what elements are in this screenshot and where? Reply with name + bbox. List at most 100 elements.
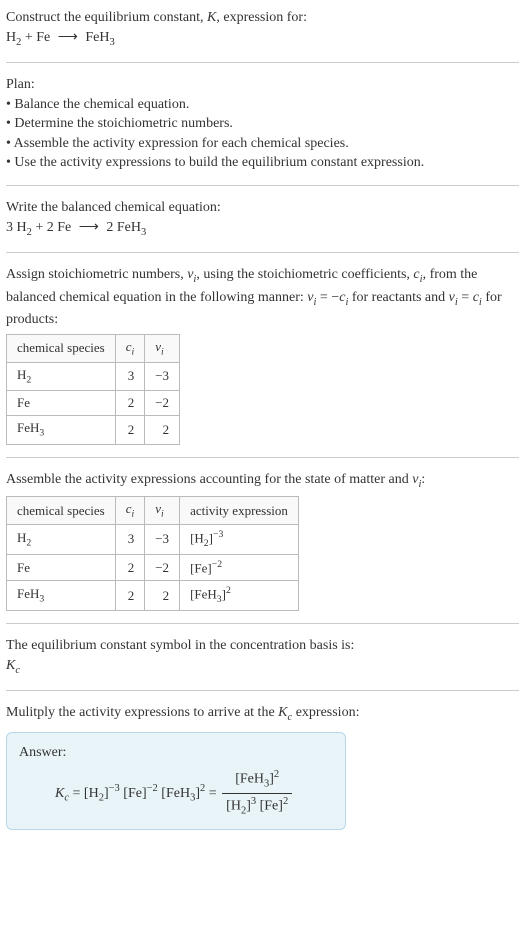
act-t1: Assemble the activity expressions accoun…: [6, 472, 412, 487]
plan-title: Plan:: [6, 75, 519, 95]
answer-fraction: [FeH3]2[H2]3 [Fe]2: [222, 768, 292, 819]
cell-c: 2: [115, 581, 145, 611]
ans-K: K: [55, 786, 64, 801]
plan-section: Plan: • Balance the chemical equation. •…: [6, 75, 519, 186]
cell-c: 2: [115, 391, 145, 416]
col-nu: νi: [145, 497, 180, 525]
stoich-table: chemical species ci νi H2 3 −3 Fe 2 −2 F…: [6, 334, 180, 445]
ans-t1-sup: −3: [109, 783, 120, 794]
a-sup: −2: [212, 559, 222, 570]
table-row: H2 3 −3: [7, 362, 180, 390]
sp: H: [17, 530, 26, 545]
plan-bullet-2: • Determine the stoichiometric numbers.: [6, 114, 519, 134]
col-c: ci: [115, 497, 145, 525]
table-header-row: chemical species ci νi: [7, 334, 180, 362]
ans-t2: [Fe]: [120, 786, 147, 801]
fd2-sup: 2: [283, 796, 288, 807]
problem-header: Construct the equilibrium constant, K, e…: [6, 8, 519, 63]
sp: Fe: [17, 560, 30, 575]
cell-species: FeH3: [7, 581, 116, 611]
fn-sup: 2: [274, 769, 279, 780]
a-sup: 2: [226, 585, 231, 596]
answer-box: Answer: Kc = [H2]−3 [Fe]−2 [FeH3]2 = [Fe…: [6, 732, 346, 831]
cell-species: Fe: [7, 391, 116, 416]
cell-c: 3: [115, 525, 145, 555]
eq-rhs: FeH: [85, 30, 109, 45]
cell-nu: −3: [145, 525, 180, 555]
sp: Fe: [17, 395, 30, 410]
sp-sub: 2: [26, 538, 31, 549]
fd1: [H: [226, 799, 241, 814]
assign-t2: , using the stoichiometric coefficients,: [196, 267, 413, 282]
table-row: H2 3 −3 [H2]−3: [7, 525, 299, 555]
sp: FeH: [17, 586, 39, 601]
cell-c: 2: [115, 416, 145, 444]
mul-K: K: [278, 705, 287, 720]
cell-species: H2: [7, 362, 116, 390]
bal-plus: + 2 Fe: [32, 220, 71, 235]
cell-nu: −2: [145, 554, 180, 581]
sp-sub: 3: [39, 594, 44, 605]
fn: [FeH: [235, 772, 264, 787]
kc-K: K: [6, 658, 15, 673]
assign-section: Assign stoichiometric numbers, νi , using…: [6, 265, 519, 457]
cell-nu: −3: [145, 362, 180, 390]
plan-bullet-4: • Use the activity expressions to build …: [6, 153, 519, 173]
fd2: [Fe]: [256, 799, 283, 814]
table-row: Fe 2 −2: [7, 391, 180, 416]
activity-section: Assemble the activity expressions accoun…: [6, 470, 519, 624]
kc-symbol-section: The equilibrium constant symbol in the c…: [6, 636, 519, 691]
col-activity: activity expression: [180, 497, 299, 525]
nu-hdr-sub: i: [161, 346, 164, 357]
K-symbol: K: [207, 10, 216, 25]
cell-activity: [FeH3]2: [180, 581, 299, 611]
col-c: ci: [115, 334, 145, 362]
construct-text-2: , expression for:: [216, 10, 307, 25]
plan-bullet-3: • Assemble the activity expression for e…: [6, 134, 519, 154]
mul-t1: Mulitply the activity expressions to arr…: [6, 705, 278, 720]
bal-rhs: 2 FeH: [106, 220, 141, 235]
c-hdr-sub: i: [132, 509, 135, 520]
sp: FeH: [17, 420, 39, 435]
nu-hdr-sub: i: [161, 509, 164, 520]
assign-t4: for reactants and: [348, 290, 448, 305]
assign-t1: Assign stoichiometric numbers,: [6, 267, 187, 282]
kc-sub: c: [15, 664, 20, 675]
eq2-mid: =: [458, 290, 473, 305]
ans-eq: =: [69, 786, 84, 801]
col-nu: νi: [145, 334, 180, 362]
cell-c: 3: [115, 362, 145, 390]
sp: H: [17, 367, 26, 382]
final-section: Mulitply the activity expressions to arr…: [6, 703, 519, 842]
plan-bullet-1: • Balance the chemical equation.: [6, 95, 519, 115]
answer-label: Answer:: [19, 743, 333, 763]
table-row: Fe 2 −2 [Fe]−2: [7, 554, 299, 581]
c-hdr-sub: i: [132, 346, 135, 357]
eq-lhs: H: [6, 30, 16, 45]
cell-activity: [H2]−3: [180, 525, 299, 555]
multiply-text: Mulitply the activity expressions to arr…: [6, 703, 519, 725]
cell-activity: [Fe]−2: [180, 554, 299, 581]
assign-text: Assign stoichiometric numbers, νi, using…: [6, 265, 519, 330]
balanced-section: Write the balanced chemical equation: 3 …: [6, 198, 519, 253]
col-species: chemical species: [7, 497, 116, 525]
ans-t3: [FeH: [158, 786, 190, 801]
balanced-equation: 3 H2 + 2 Fe ⟶ 2 FeH3: [6, 218, 519, 240]
frac-denominator: [H2]3 [Fe]2: [222, 794, 292, 819]
table-row: FeH3 2 2 [FeH3]2: [7, 581, 299, 611]
cell-species: FeH3: [7, 416, 116, 444]
act-t2: :: [421, 472, 425, 487]
ans-t2-sup: −2: [147, 783, 158, 794]
construct-text-1: Construct the equilibrium constant,: [6, 10, 207, 25]
activity-table: chemical species ci νi activity expressi…: [6, 496, 299, 611]
a-open: [FeH: [190, 587, 217, 602]
table-header-row: chemical species ci νi activity expressi…: [7, 497, 299, 525]
cell-nu: 2: [145, 581, 180, 611]
kc-symbol: Kc: [6, 656, 519, 678]
cell-nu: 2: [145, 416, 180, 444]
eq-plus: + Fe: [21, 30, 50, 45]
mul-t2: expression:: [292, 705, 359, 720]
cell-species: Fe: [7, 554, 116, 581]
col-species: chemical species: [7, 334, 116, 362]
cell-c: 2: [115, 554, 145, 581]
